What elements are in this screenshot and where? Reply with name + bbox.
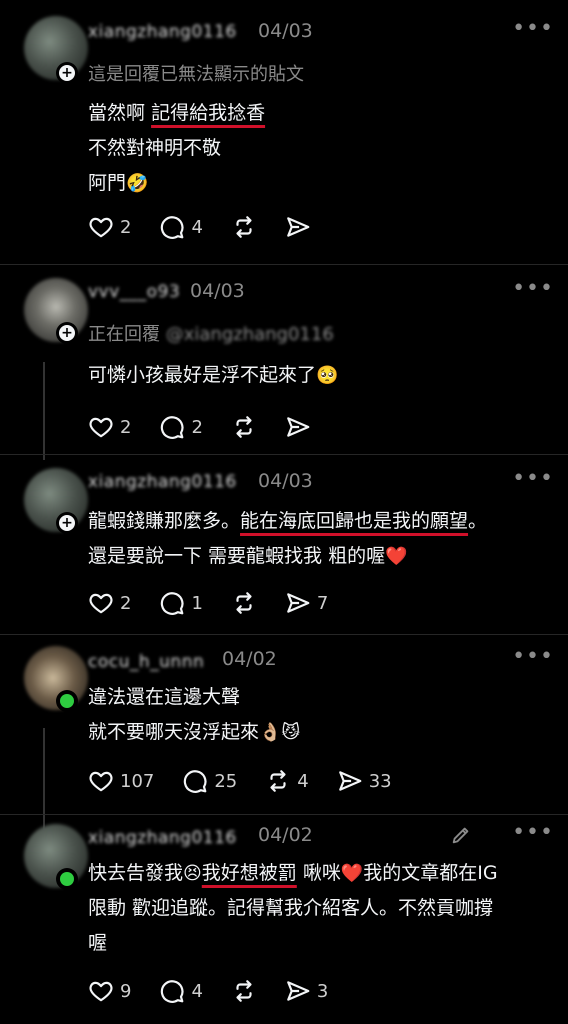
post-date: 04/02 [258,824,313,846]
more-icon[interactable]: ••• [512,466,554,491]
comment-button[interactable]: 2 [159,414,203,440]
action-bar: 2 4 [88,212,339,242]
more-icon[interactable]: ••• [512,16,554,41]
like-button[interactable]: 9 [88,978,131,1004]
share-button[interactable]: 3 [285,978,328,1004]
like-button[interactable]: 107 [88,768,154,794]
comment-button[interactable]: 4 [159,978,203,1004]
share-button[interactable]: 7 [285,590,328,616]
username[interactable]: vvv___o93 [88,282,180,302]
heart-icon [88,768,114,794]
ok-hand-cat-emoji: 👌🏼😼 [259,722,301,743]
like-button[interactable]: 2 [88,590,131,616]
repost-icon [231,978,257,1004]
highlighted-text: 我好想被罰 [201,862,297,884]
send-icon [285,978,311,1004]
online-status-badge [56,690,78,712]
send-icon [337,768,363,794]
thread-line [43,362,45,460]
repost-icon [231,414,257,440]
action-bar: 9 4 3 [88,976,356,1006]
highlighted-text: 能在海底回歸也是我的願望 [240,510,469,532]
post-text: 龍蝦錢賺那麼多。能在海底回歸也是我的願望。 還是要說一下 需要龍蝦找我 粗的喔❤… [88,510,488,567]
divider [0,454,568,455]
comment-bubble-icon [159,978,185,1004]
online-status-badge [56,868,78,890]
persevering-emoji: 😣 [183,863,202,884]
username[interactable]: cocu_h_unnn [88,652,204,672]
username[interactable]: xiangzhang0116 [88,22,237,42]
username[interactable]: xiangzhang0116 [88,828,237,848]
heart-icon [88,978,114,1004]
reply-context: 正在回覆 @xiangzhang0116 [88,324,334,345]
comment-button[interactable]: 4 [159,214,203,240]
post-date: 04/02 [222,648,277,670]
rofl-emoji: 🤣 [126,173,149,194]
repost-button[interactable] [231,978,257,1004]
heart-emoji: ❤️ [385,546,408,567]
action-bar: 107 25 4 33 [88,766,420,796]
heart-emoji: ❤️ [340,863,364,884]
reply-handle[interactable]: @xiangzhang0116 [166,324,334,345]
post-date: 04/03 [258,20,313,42]
comment-bubble-icon [159,414,185,440]
pleading-emoji: 🥺 [316,365,339,386]
heart-icon [88,214,114,240]
comment-bubble-icon [182,768,208,794]
repost-icon [231,214,257,240]
repost-button[interactable] [231,590,257,616]
highlighted-text: 記得給我捻香 [151,102,266,124]
like-button[interactable]: 2 [88,414,131,440]
divider [0,814,568,815]
divider [0,264,568,265]
pencil-icon [452,827,469,844]
post-text: 當然啊 記得給我捻香 不然對神明不敬 阿門🤣 [88,102,266,194]
post-date: 04/03 [258,470,313,492]
repost-button[interactable]: 4 [265,768,309,794]
reply-context: 這是回覆已無法顯示的貼文 [88,64,304,85]
repost-icon [265,768,291,794]
comment-button[interactable]: 1 [159,590,203,616]
more-icon[interactable]: ••• [512,820,554,845]
heart-icon [88,414,114,440]
post-text: 違法還在這邊大聲 就不要哪天沒浮起來👌🏼😼 [88,686,301,743]
comment-bubble-icon [159,214,185,240]
follow-plus-icon[interactable]: + [56,62,78,84]
share-button[interactable] [285,214,311,240]
send-icon [285,414,311,440]
comment-bubble-icon [159,590,185,616]
post-text: 可憐小孩最好是浮不起來了🥺 [88,364,339,386]
comment-button[interactable]: 25 [182,768,237,794]
follow-plus-icon[interactable]: + [56,322,78,344]
send-icon [285,590,311,616]
action-bar: 2 2 [88,412,339,442]
action-bar: 2 1 7 [88,588,356,618]
divider [0,634,568,635]
more-icon[interactable]: ••• [512,644,554,669]
post-text: 快去告發我😣我好想被罰 啾咪❤️我的文章都在IG 限動 歡迎追蹤。記得幫我介紹客… [88,862,498,954]
share-button[interactable] [285,414,311,440]
like-button[interactable]: 2 [88,214,131,240]
edit-button[interactable] [450,824,472,846]
repost-icon [231,590,257,616]
username[interactable]: xiangzhang0116 [88,472,237,492]
share-button[interactable]: 33 [337,768,392,794]
heart-icon [88,590,114,616]
post-date: 04/03 [190,280,245,302]
follow-plus-icon[interactable]: + [56,512,78,534]
send-icon [285,214,311,240]
repost-button[interactable] [231,414,257,440]
more-icon[interactable]: ••• [512,276,554,301]
repost-button[interactable] [231,214,257,240]
